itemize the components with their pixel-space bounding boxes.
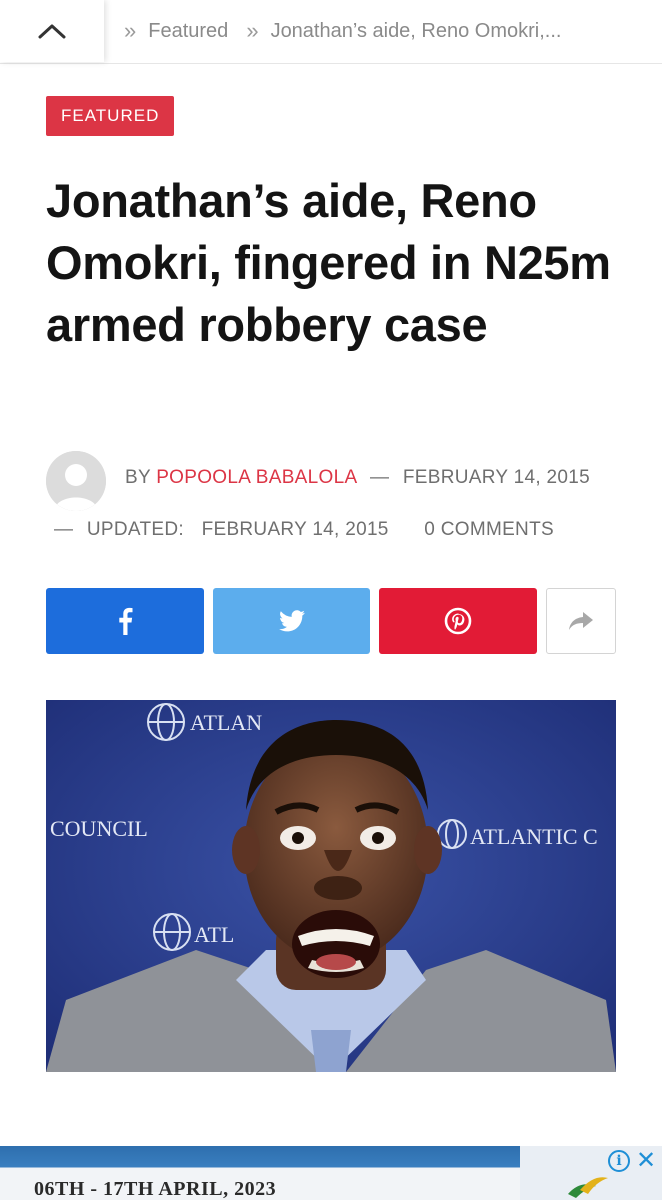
ad-text: 06TH - 17TH APRIL, 2023: [34, 1178, 277, 1200]
comments-link[interactable]: 0 COMMENTS: [424, 519, 554, 540]
share-facebook-button[interactable]: [46, 588, 204, 654]
article-title: Jonathan’s aide, Reno Omokri, fingered i…: [46, 174, 611, 351]
breadcrumb-current: Jonathan’s aide, Reno Omokri,...: [270, 19, 562, 42]
ad-info-icon[interactable]: i: [608, 1150, 630, 1172]
share-more-button[interactable]: [546, 588, 616, 654]
twitter-icon: [278, 610, 305, 632]
author-link[interactable]: POPOOLA BABALOLA: [156, 467, 356, 488]
featured-image: ATLAN COUNCIL ATLANTIC C ATL: [46, 700, 616, 1072]
share-twitter-button[interactable]: [213, 588, 370, 654]
meta-dash: —: [54, 519, 74, 540]
author-avatar[interactable]: [46, 451, 106, 511]
share-pinterest-button[interactable]: [379, 588, 537, 654]
svg-text:ATLANTIC C: ATLANTIC C: [470, 824, 598, 849]
category-tag[interactable]: FEATURED: [46, 96, 175, 136]
breadcrumb-separator: »: [124, 18, 137, 43]
advertisement-banner[interactable]: 06TH - 17TH APRIL, 2023: [0, 1146, 662, 1200]
share-icon: [569, 612, 593, 630]
svg-text:ATLAN: ATLAN: [190, 710, 262, 735]
svg-text:ATL: ATL: [194, 922, 234, 947]
breadcrumb: » Featured » Jonathan’s aide, Reno Omokr…: [104, 0, 561, 62]
default-avatar-icon: [46, 451, 106, 511]
chevron-up-icon: [38, 24, 66, 39]
by-label: BY: [125, 467, 151, 488]
breadcrumb-separator: »: [246, 18, 259, 43]
article-meta-byline: BY POPOOLA BABALOLA — FEBRUARY 14, 2015: [125, 467, 590, 489]
updated-date: FEBRUARY 14, 2015: [201, 519, 389, 540]
scroll-to-top-button[interactable]: [0, 0, 104, 62]
meta-dash: —: [369, 467, 390, 488]
breadcrumb-link-category[interactable]: Featured: [148, 20, 228, 43]
facebook-icon: [119, 607, 133, 635]
article-meta-updated: — UPDATED: FEBRUARY 14, 2015 0 COMMENTS: [54, 519, 554, 541]
ad-logo-icon: [568, 1177, 608, 1198]
ad-close-icon[interactable]: ✕: [634, 1148, 658, 1174]
breadcrumb-bar: » Featured » Jonathan’s aide, Reno Omokr…: [0, 0, 662, 64]
publish-date: FEBRUARY 14, 2015: [402, 467, 591, 488]
pinterest-icon: [444, 607, 472, 635]
svg-text:COUNCIL: COUNCIL: [50, 816, 148, 841]
updated-label: UPDATED:: [86, 519, 184, 540]
